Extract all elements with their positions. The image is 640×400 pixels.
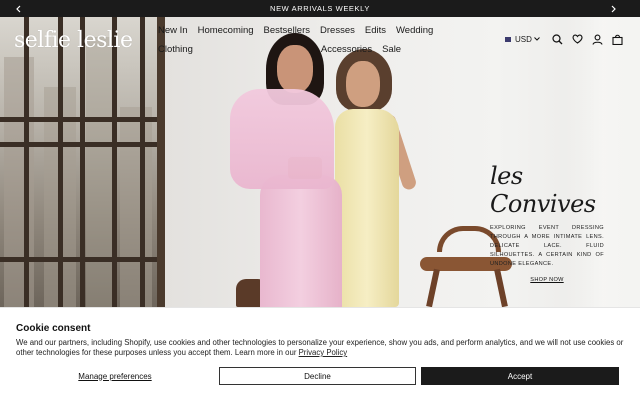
cookie-consent-banner: Cookie consent We and our partners, incl… — [0, 307, 640, 400]
nav-item-homecoming[interactable]: Homecoming — [198, 25, 254, 37]
site-logo[interactable]: selfie leslie — [14, 28, 133, 53]
nav-item-clothing[interactable]: Clothing — [158, 44, 193, 56]
campaign-description: Exploring event dressing through a more … — [490, 225, 604, 267]
chevron-down-icon — [534, 36, 540, 43]
search-icon[interactable] — [548, 31, 568, 47]
privacy-policy-link[interactable]: Privacy Policy — [299, 348, 348, 357]
nav-item-sale[interactable]: Sale — [382, 44, 401, 56]
nav-item-dresses[interactable]: Dresses — [320, 25, 355, 37]
main-nav: New In Homecoming Bestsellers Dresses Ed… — [158, 25, 488, 56]
heart-icon[interactable] — [568, 31, 588, 47]
currency-label: USD — [515, 34, 532, 44]
chevron-right-icon[interactable] — [604, 0, 624, 17]
nav-item-new-in[interactable]: New In — [158, 25, 188, 37]
shop-now-link[interactable]: SHOP NOW — [529, 277, 565, 283]
campaign-block: les Convives Exploring event dressing th… — [490, 162, 604, 283]
nav-item-accessories[interactable]: Accessories — [321, 44, 372, 56]
decline-button[interactable]: Decline — [219, 367, 416, 385]
nav-item-edits[interactable]: Edits — [365, 25, 386, 37]
cookie-body: We and our partners, including Shopify, … — [16, 338, 626, 358]
announcement-bar: NEW ARRIVALS WEEKLY — [0, 0, 640, 17]
currency-selector[interactable]: USD — [505, 35, 540, 44]
accept-button[interactable]: Accept — [421, 367, 619, 385]
bag-icon[interactable] — [608, 31, 628, 47]
cookie-title: Cookie consent — [16, 323, 91, 334]
manage-preferences-button[interactable]: Manage preferences — [16, 367, 214, 385]
nav-item-wedding[interactable]: Wedding — [396, 25, 433, 37]
chevron-left-icon[interactable] — [8, 0, 28, 17]
campaign-title: les Convives — [490, 162, 596, 218]
account-icon[interactable] — [588, 31, 608, 47]
hero-banner[interactable]: les Convives Exploring event dressing th… — [0, 17, 640, 307]
nav-item-bestsellers[interactable]: Bestsellers — [264, 25, 310, 37]
us-flag-icon — [505, 36, 511, 42]
hero-window — [0, 17, 165, 307]
header-actions: USD — [505, 31, 628, 47]
announcement-text: NEW ARRIVALS WEEKLY — [270, 4, 370, 13]
